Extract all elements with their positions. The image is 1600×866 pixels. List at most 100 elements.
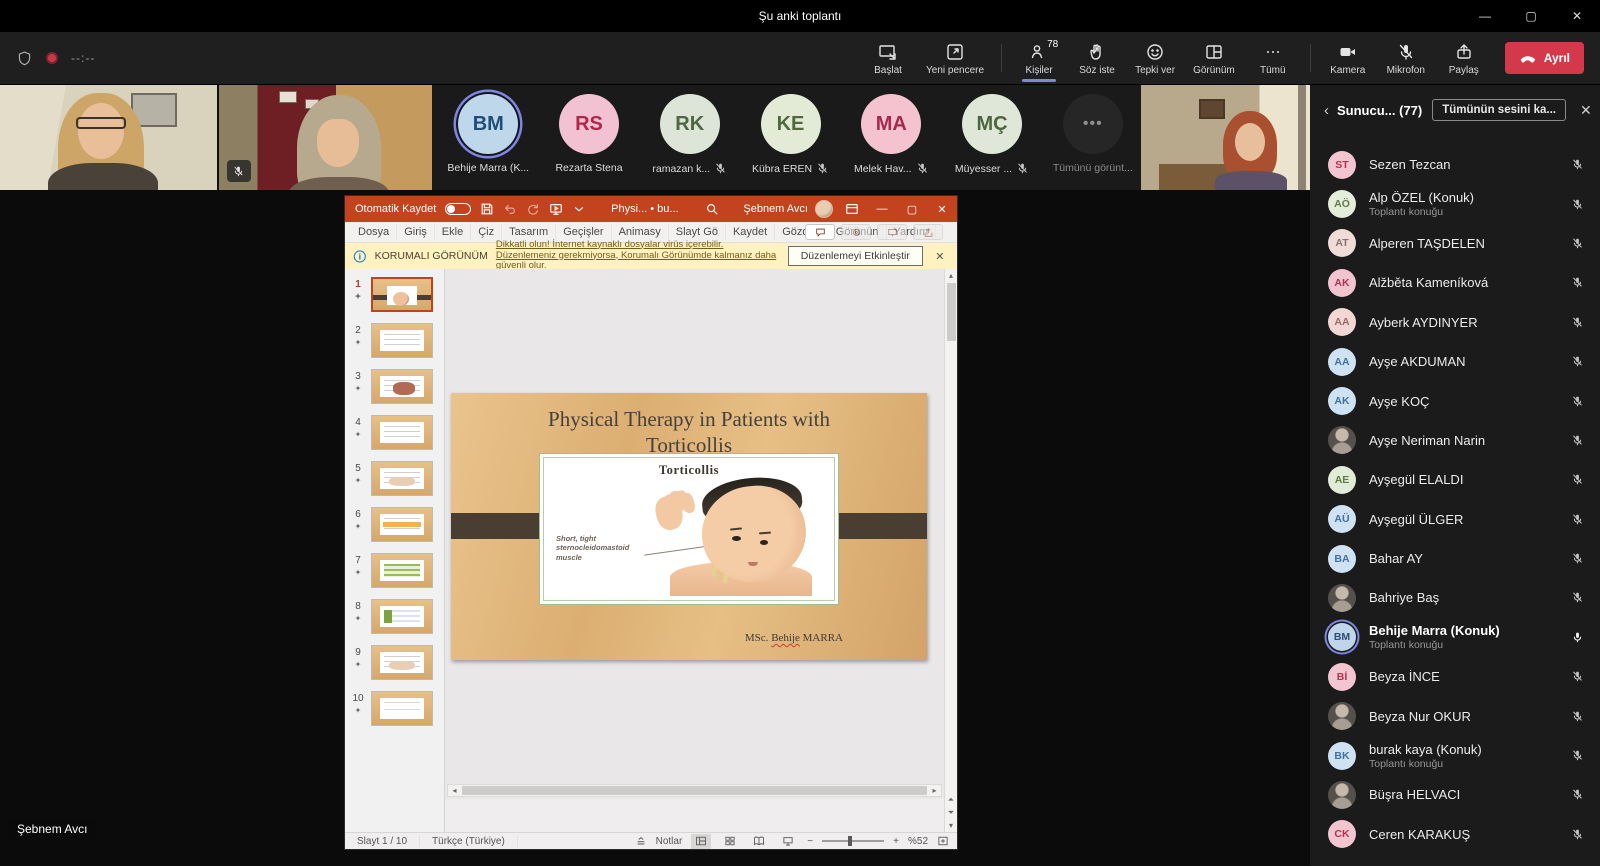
share-tray-button[interactable]: Paylaş xyxy=(1435,32,1493,84)
ribbon-tab[interactable]: Geçişler xyxy=(556,224,611,240)
mic-muted-icon[interactable] xyxy=(1571,552,1584,565)
stage-avatar[interactable]: KE Kübra EREN xyxy=(747,94,835,175)
react-button[interactable]: Tepki ver xyxy=(1126,32,1184,84)
comments-button[interactable] xyxy=(805,224,835,240)
ribbon-tab[interactable]: Ekle xyxy=(435,224,471,240)
mic-muted-icon[interactable] xyxy=(1571,513,1584,526)
participant-row[interactable]: AE Ayşegül ELALDI xyxy=(1310,460,1600,499)
slide-thumbnail[interactable]: 3 ✦ xyxy=(345,369,444,404)
mic-muted-icon[interactable] xyxy=(1571,395,1584,408)
slide-editing-area[interactable]: Physical Therapy in Patients with Tortic… xyxy=(445,269,944,832)
scrollbar-thumb[interactable] xyxy=(947,283,956,341)
participant-row[interactable]: AT Alperen TAŞDELEN xyxy=(1310,224,1600,263)
zoom-in-icon[interactable]: + xyxy=(893,836,899,847)
ribbon-tab[interactable]: Dosya xyxy=(351,224,397,240)
vertical-scrollbar[interactable]: ▴ ⏶ ⏷ ▾ xyxy=(944,269,957,832)
chevron-down-icon[interactable] xyxy=(572,202,586,216)
mic-muted-icon[interactable] xyxy=(1571,158,1584,171)
mic-on-icon[interactable] xyxy=(1571,631,1584,644)
slide-thumbnail[interactable]: 4 ✦ xyxy=(345,415,444,450)
scroll-left-icon[interactable]: ◂ xyxy=(448,786,461,795)
account-area[interactable]: Şebnem Avcı xyxy=(743,200,833,218)
participant-row[interactable]: Büşra HELVACI xyxy=(1310,775,1600,814)
more-button[interactable]: Tümü xyxy=(1244,32,1302,84)
slide-thumbnail[interactable]: 5 ✦ xyxy=(345,461,444,496)
next-slide-icon[interactable]: ⏷ xyxy=(948,808,954,818)
share-doc-button[interactable] xyxy=(913,224,943,240)
slide-thumbnail[interactable]: 10 ✦ xyxy=(345,691,444,726)
share-screen-button[interactable]: Başlat xyxy=(859,32,917,84)
mic-muted-icon[interactable] xyxy=(1571,473,1584,486)
mute-all-button[interactable]: Tümünün sesini ka... xyxy=(1432,99,1566,121)
ribbon-tab[interactable]: Çiz xyxy=(471,224,502,240)
dismiss-bar-icon[interactable]: ✕ xyxy=(931,250,949,263)
participant-row[interactable]: AA Ayşe AKDUMAN xyxy=(1310,342,1600,381)
mic-muted-icon[interactable] xyxy=(1571,198,1584,211)
language-indicator[interactable]: Türkçe (Türkiye) xyxy=(420,836,518,847)
scroll-right-icon[interactable]: ▸ xyxy=(928,786,941,795)
zoom-slider-thumb[interactable] xyxy=(848,836,852,846)
mic-muted-icon[interactable] xyxy=(1571,670,1584,683)
stage-avatar[interactable]: RS Rezarta Stena xyxy=(545,94,633,174)
previous-slide-icon[interactable]: ⏶ xyxy=(948,795,954,805)
mic-muted-icon[interactable] xyxy=(1571,355,1584,368)
reading-view-button[interactable] xyxy=(749,834,769,849)
minimize-icon[interactable]: — xyxy=(1462,0,1508,32)
stage-avatar[interactable]: MÇ Müyesser ... xyxy=(948,94,1036,175)
redo-icon[interactable] xyxy=(526,202,540,216)
ribbon-tab[interactable]: Kaydet xyxy=(726,224,775,240)
ppt-maximize-icon[interactable]: ▢ xyxy=(897,196,927,222)
video-tile-2[interactable] xyxy=(219,85,432,190)
view-button[interactable]: Görünüm xyxy=(1184,32,1244,84)
participant-row[interactable]: AK Ayşe KOÇ xyxy=(1310,381,1600,420)
scroll-down-icon[interactable]: ▾ xyxy=(949,821,953,830)
close-icon[interactable]: ✕ xyxy=(1554,0,1600,32)
video-tile-3[interactable] xyxy=(1141,85,1310,190)
mic-muted-icon[interactable] xyxy=(1571,276,1584,289)
slide-thumbnail[interactable]: 9 ✦ xyxy=(345,645,444,680)
autosave-toggle[interactable] xyxy=(445,203,471,215)
camera-button[interactable]: Kamera xyxy=(1319,32,1377,84)
participant-row[interactable]: AK Alžběta Kameníková xyxy=(1310,263,1600,302)
stage-avatar[interactable]: RK ramazan k... xyxy=(646,94,734,175)
participant-row[interactable]: Bahriye Baş xyxy=(1310,578,1600,617)
notes-toggle[interactable]: Notlar xyxy=(656,836,683,847)
slideshow-view-button[interactable] xyxy=(778,834,798,849)
participant-row[interactable]: CK Ceren KARAKUŞ xyxy=(1310,815,1600,854)
mic-muted-icon[interactable] xyxy=(1571,237,1584,250)
doc-title-area[interactable]: Physi... • bu... xyxy=(586,202,743,216)
participant-row[interactable]: AA Ayberk AYDINYER xyxy=(1310,303,1600,342)
stage-avatar[interactable]: BM Behije Marra (K... xyxy=(444,94,532,174)
participant-row[interactable]: Bİ Beyza İNCE xyxy=(1310,657,1600,696)
participant-row[interactable]: Ayşe Neriman Narin xyxy=(1310,421,1600,460)
slide-thumbnail[interactable]: 6 ✦ xyxy=(345,507,444,542)
mic-muted-icon[interactable] xyxy=(1571,591,1584,604)
participant-row[interactable]: AÖ Alp ÖZEL (Konuk) Toplantı konuğu xyxy=(1310,184,1600,223)
video-tile-1[interactable] xyxy=(0,85,217,190)
zoom-out-icon[interactable]: − xyxy=(807,836,813,847)
zoom-level[interactable]: %52 xyxy=(908,836,928,847)
present-button[interactable] xyxy=(877,224,907,240)
mic-muted-icon[interactable] xyxy=(1571,316,1584,329)
slideshow-icon[interactable] xyxy=(549,202,563,216)
horizontal-scrollbar[interactable]: ◂ ▸ xyxy=(447,784,942,797)
undo-icon[interactable] xyxy=(503,202,517,216)
scrollbar-thumb[interactable] xyxy=(462,786,927,795)
participant-row[interactable]: AÜ Ayşegül ÜLGER xyxy=(1310,500,1600,539)
ppt-close-icon[interactable]: ✕ xyxy=(927,196,957,222)
slide-thumbnail[interactable]: 2 ✦ xyxy=(345,323,444,358)
participant-row[interactable]: ST Sezen Tezcan xyxy=(1310,145,1600,184)
ribbon-options-icon[interactable] xyxy=(837,196,867,222)
slide-thumbnail[interactable]: 7 ✦ xyxy=(345,553,444,588)
participant-row[interactable]: BM Behije Marra (Konuk) Toplantı konuğu xyxy=(1310,618,1600,657)
mic-muted-icon[interactable] xyxy=(1571,788,1584,801)
fit-to-window-icon[interactable] xyxy=(937,835,949,847)
slide-thumbnail[interactable]: 8 ✦ xyxy=(345,599,444,634)
ppt-minimize-icon[interactable]: — xyxy=(867,196,897,222)
ribbon-tab[interactable]: Giriş xyxy=(397,224,435,240)
mic-muted-icon[interactable] xyxy=(1571,828,1584,841)
participant-row[interactable]: BK burak kaya (Konuk) Toplantı konuğu xyxy=(1310,736,1600,775)
raise-hand-button[interactable]: Söz iste xyxy=(1068,32,1126,84)
mic-muted-icon[interactable] xyxy=(1571,749,1584,762)
save-icon[interactable] xyxy=(480,202,494,216)
